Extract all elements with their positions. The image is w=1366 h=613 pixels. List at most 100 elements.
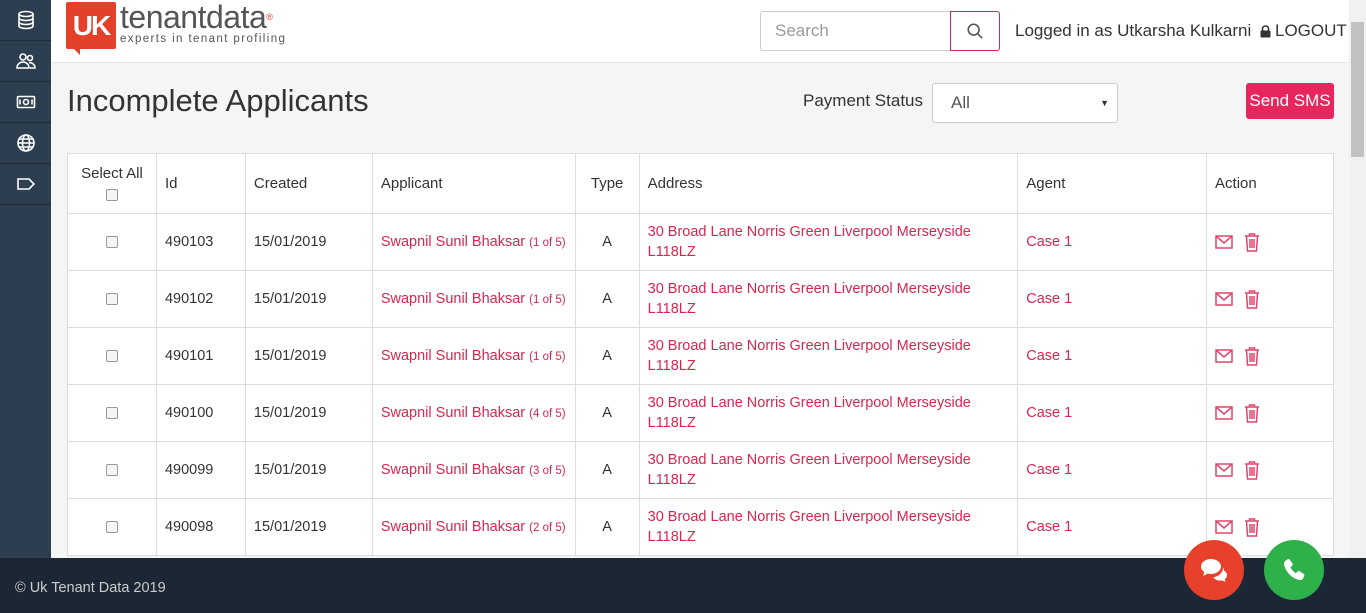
- email-icon[interactable]: [1215, 520, 1233, 534]
- table-row: 490103 15/01/2019 Swapnil Sunil Bhaksar …: [67, 213, 1334, 271]
- footer-copyright: © Uk Tenant Data 2019: [15, 580, 166, 596]
- address-line-2[interactable]: L118LZ: [648, 472, 696, 488]
- sidebar-item-web[interactable]: [0, 123, 51, 164]
- trash-icon[interactable]: [1244, 403, 1260, 423]
- cell-applicant[interactable]: Swapnil Sunil Bhaksar (1 of 5): [371, 270, 576, 328]
- cell-id: 490101: [155, 327, 246, 385]
- cell-id: 490100: [155, 384, 246, 442]
- email-icon[interactable]: [1215, 406, 1233, 420]
- email-icon[interactable]: [1215, 349, 1233, 363]
- applicant-link[interactable]: Swapnil Sunil Bhaksar: [381, 519, 525, 535]
- applicant-link[interactable]: Swapnil Sunil Bhaksar: [381, 291, 525, 307]
- cell-agent[interactable]: Case 1: [1017, 441, 1208, 499]
- header-applicant[interactable]: Applicant: [371, 153, 576, 214]
- row-checkbox[interactable]: [105, 464, 118, 477]
- tag-icon: [16, 178, 35, 190]
- cell-agent[interactable]: Case 1: [1017, 327, 1208, 385]
- sidebar-item-payments[interactable]: [0, 82, 51, 123]
- table-row: 490102 15/01/2019 Swapnil Sunil Bhaksar …: [67, 270, 1334, 328]
- address-line-2[interactable]: L118LZ: [648, 529, 696, 545]
- email-icon[interactable]: [1215, 463, 1233, 477]
- row-checkbox[interactable]: [105, 350, 118, 363]
- agent-link[interactable]: Case 1: [1026, 291, 1072, 307]
- cell-applicant[interactable]: Swapnil Sunil Bhaksar (4 of 5): [371, 384, 576, 442]
- sidebar-item-users[interactable]: [0, 41, 51, 82]
- cell-action: [1206, 327, 1334, 385]
- page-scrollbar[interactable]: [1349, 0, 1366, 558]
- address-line-1[interactable]: 30 Broad Lane Norris Green Liverpool Mer…: [648, 281, 971, 297]
- logo-tagline: experts in tenant profiling: [120, 33, 287, 45]
- cell-applicant[interactable]: Swapnil Sunil Bhaksar (3 of 5): [371, 441, 576, 499]
- header-type[interactable]: Type: [574, 153, 640, 214]
- payment-status-select[interactable]: All ▼: [932, 83, 1118, 123]
- row-checkbox[interactable]: [105, 521, 118, 534]
- cell-applicant[interactable]: Swapnil Sunil Bhaksar (1 of 5): [371, 327, 576, 385]
- logo-mark: UK: [66, 2, 116, 55]
- trash-icon[interactable]: [1244, 517, 1260, 537]
- address-line-2[interactable]: L118LZ: [648, 358, 696, 374]
- cell-created: 15/01/2019: [244, 441, 373, 499]
- cell-address[interactable]: 30 Broad Lane Norris Green Liverpool Mer…: [638, 327, 1019, 385]
- cell-id: 490103: [155, 213, 246, 271]
- row-checkbox[interactable]: [105, 407, 118, 420]
- call-button[interactable]: [1264, 540, 1324, 600]
- header-created[interactable]: Created: [244, 153, 373, 214]
- cell-address[interactable]: 30 Broad Lane Norris Green Liverpool Mer…: [638, 498, 1019, 556]
- address-line-1[interactable]: 30 Broad Lane Norris Green Liverpool Mer…: [648, 338, 971, 354]
- cell-address[interactable]: 30 Broad Lane Norris Green Liverpool Mer…: [638, 213, 1019, 271]
- cell-applicant[interactable]: Swapnil Sunil Bhaksar (1 of 5): [371, 213, 576, 271]
- chat-button[interactable]: [1184, 540, 1244, 600]
- agent-link[interactable]: Case 1: [1026, 234, 1072, 250]
- logout-link[interactable]: LOGOUT: [1260, 21, 1347, 41]
- applicant-link[interactable]: Swapnil Sunil Bhaksar: [381, 234, 525, 250]
- trash-icon[interactable]: [1244, 460, 1260, 480]
- applicant-link[interactable]: Swapnil Sunil Bhaksar: [381, 405, 525, 421]
- agent-link[interactable]: Case 1: [1026, 462, 1072, 478]
- address-line-1[interactable]: 30 Broad Lane Norris Green Liverpool Mer…: [648, 509, 971, 525]
- select-all-checkbox[interactable]: [105, 188, 118, 201]
- trash-icon[interactable]: [1244, 232, 1260, 252]
- email-icon[interactable]: [1215, 292, 1233, 306]
- header-id[interactable]: Id: [155, 153, 246, 214]
- sidebar-item-tags[interactable]: [0, 164, 51, 205]
- row-checkbox[interactable]: [105, 293, 118, 306]
- cell-address[interactable]: 30 Broad Lane Norris Green Liverpool Mer…: [638, 441, 1019, 499]
- cell-agent[interactable]: Case 1: [1017, 498, 1208, 556]
- cell-agent[interactable]: Case 1: [1017, 213, 1208, 271]
- address-line-1[interactable]: 30 Broad Lane Norris Green Liverpool Mer…: [648, 224, 971, 240]
- cell-address[interactable]: 30 Broad Lane Norris Green Liverpool Mer…: [638, 270, 1019, 328]
- agent-link[interactable]: Case 1: [1026, 405, 1072, 421]
- cell-address[interactable]: 30 Broad Lane Norris Green Liverpool Mer…: [638, 384, 1019, 442]
- send-sms-button[interactable]: Send SMS: [1246, 83, 1334, 119]
- sidebar-item-database[interactable]: [0, 0, 51, 41]
- cell-action: [1206, 384, 1334, 442]
- cell-agent[interactable]: Case 1: [1017, 270, 1208, 328]
- page-title: Incomplete Applicants: [67, 83, 369, 118]
- logo[interactable]: UK tenantdata® experts in tenant profili…: [66, 1, 287, 55]
- search-input[interactable]: [760, 11, 950, 51]
- address-line-1[interactable]: 30 Broad Lane Norris Green Liverpool Mer…: [648, 395, 971, 411]
- cell-id: 490099: [155, 441, 246, 499]
- trash-icon[interactable]: [1244, 346, 1260, 366]
- header-agent[interactable]: Agent: [1017, 153, 1208, 214]
- agent-link[interactable]: Case 1: [1026, 519, 1072, 535]
- applicant-link[interactable]: Swapnil Sunil Bhaksar: [381, 348, 525, 364]
- top-header: UK tenantdata® experts in tenant profili…: [51, 0, 1349, 63]
- sidebar: [0, 0, 51, 558]
- agent-link[interactable]: Case 1: [1026, 348, 1072, 364]
- header-address[interactable]: Address: [638, 153, 1019, 214]
- cell-agent[interactable]: Case 1: [1017, 384, 1208, 442]
- row-checkbox[interactable]: [105, 236, 118, 249]
- address-line-1[interactable]: 30 Broad Lane Norris Green Liverpool Mer…: [648, 452, 971, 468]
- address-line-2[interactable]: L118LZ: [648, 415, 696, 431]
- search-bar: [760, 11, 1000, 51]
- scrollbar-thumb[interactable]: [1351, 22, 1364, 157]
- applicant-link[interactable]: Swapnil Sunil Bhaksar: [381, 462, 525, 478]
- money-icon: [16, 95, 35, 109]
- address-line-2[interactable]: L118LZ: [648, 244, 696, 260]
- address-line-2[interactable]: L118LZ: [648, 301, 696, 317]
- search-button[interactable]: [950, 11, 1000, 51]
- cell-applicant[interactable]: Swapnil Sunil Bhaksar (2 of 5): [371, 498, 576, 556]
- email-icon[interactable]: [1215, 235, 1233, 249]
- trash-icon[interactable]: [1244, 289, 1260, 309]
